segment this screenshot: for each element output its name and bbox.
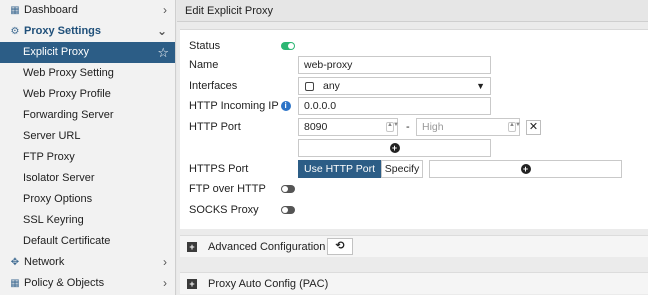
page-title: Edit Explicit Proxy — [177, 0, 648, 22]
name-input[interactable]: web-proxy — [298, 56, 491, 74]
interfaces-row: Interfaces any ▼ — [189, 77, 609, 95]
https-port-row: HTTPS Port Use HTTP Port Specify + — [189, 160, 639, 178]
status-label: Status — [189, 40, 221, 52]
sidebar-item-label: Proxy Settings — [24, 25, 102, 37]
dashboard-icon: ▦ — [10, 5, 20, 16]
interfaces-select[interactable]: any ▼ — [298, 77, 491, 95]
name-label: Name — [189, 59, 219, 71]
ftp-over-http-toggle[interactable] — [281, 185, 295, 193]
expand-plus-icon[interactable]: + — [187, 242, 197, 252]
policy-icon: ▦ — [10, 278, 20, 289]
status-row: Status — [189, 37, 609, 55]
sidebar-item-label: Server URL — [23, 130, 81, 142]
http-port-row: HTTP Port 8090 ▲▼ - High ▲▼ ✕ — [189, 118, 609, 136]
pac-label: Proxy Auto Config (PAC) — [208, 278, 329, 290]
sidebar-item-label: Dashboard — [24, 4, 78, 16]
sidebar-item-proxy-settings[interactable]: ⚙ Proxy Settings ⌄ — [0, 21, 175, 42]
sidebar-item-label: Policy & Objects — [24, 277, 105, 289]
sidebar: ▦ Dashboard › ⚙ Proxy Settings ⌄ Explicit … — [0, 0, 176, 295]
https-port-label: HTTPS Port — [189, 163, 249, 175]
toggle-knob — [288, 43, 294, 49]
add-https-port-button[interactable]: + — [429, 160, 622, 178]
sidebar-item-label: FTP Proxy — [23, 151, 75, 163]
sidebar-item-web-proxy-setting[interactable]: Web Proxy Setting — [0, 63, 175, 84]
socks-proxy-toggle[interactable] — [281, 206, 295, 214]
sidebar-item-label: Isolator Server — [23, 172, 95, 184]
use-http-port-option[interactable]: Use HTTP Port — [298, 160, 381, 178]
sidebar-item-default-certificate[interactable]: Default Certificate — [0, 231, 175, 252]
sidebar-item-policy-objects[interactable]: ▦ Policy & Objects › — [0, 273, 175, 294]
http-port-label: HTTP Port — [189, 121, 241, 133]
sidebar-item-ssl-keyring[interactable]: SSL Keyring — [0, 210, 175, 231]
http-port-low-input[interactable]: 8090 ▲▼ — [298, 118, 399, 136]
toggle-knob — [282, 186, 288, 192]
http-incoming-ip-input[interactable]: 0.0.0.0 — [298, 97, 491, 115]
sidebar-item-isolator-server[interactable]: Isolator Server — [0, 168, 175, 189]
sidebar-item-proxy-options[interactable]: Proxy Options — [0, 189, 175, 210]
reset-icon[interactable]: ⟲ — [327, 238, 353, 255]
sidebar-item-label: Forwarding Server — [23, 109, 114, 121]
http-port-high-input[interactable]: High ▲▼ — [416, 118, 521, 136]
gear-icon: ⚙ — [10, 26, 20, 37]
status-toggle[interactable] — [281, 42, 295, 50]
specify-option[interactable]: Specify — [381, 160, 423, 178]
network-icon: ✥ — [10, 257, 20, 268]
sidebar-item-label: Web Proxy Setting — [23, 67, 114, 79]
spinner-icon[interactable]: ▲▼ — [386, 122, 399, 132]
chevron-right-icon: › — [163, 255, 167, 269]
sidebar-item-ftp-proxy[interactable]: FTP Proxy — [0, 147, 175, 168]
chevron-right-icon: › — [163, 276, 167, 290]
pac-section[interactable]: + Proxy Auto Config (PAC) — [180, 272, 648, 294]
ftp-over-http-label: FTP over HTTP — [189, 183, 266, 195]
http-port-high-placeholder: High — [422, 121, 444, 133]
info-icon[interactable]: i — [280, 101, 291, 111]
main-content: Edit Explicit Proxy Status Name web-prox… — [177, 0, 648, 295]
http-port-low-value: 8090 — [304, 121, 328, 133]
name-row: Name web-proxy — [189, 56, 609, 74]
caret-down-icon: ▼ — [476, 81, 485, 91]
sidebar-item-explicit-proxy[interactable]: Explicit Proxy ☆ — [0, 42, 175, 63]
remove-port-button[interactable]: ✕ — [526, 120, 541, 135]
sidebar-item-label: Proxy Options — [23, 193, 93, 205]
sidebar-item-label: Explicit Proxy — [23, 46, 90, 58]
sidebar-item-server-url[interactable]: Server URL — [0, 126, 175, 147]
interface-checkbox — [305, 82, 314, 91]
advanced-configuration-label: Advanced Configuration — [208, 241, 326, 253]
add-port-button[interactable]: + — [298, 139, 491, 157]
ftp-over-http-row: FTP over HTTP — [189, 180, 609, 198]
http-incoming-ip-label-wrap: HTTP Incoming IP i — [189, 97, 291, 115]
sidebar-item-label: Default Certificate — [23, 235, 111, 247]
plus-circle-icon: + — [520, 164, 531, 174]
chevron-right-icon: › — [163, 3, 167, 17]
expand-plus-icon[interactable]: + — [187, 279, 197, 289]
sidebar-item-dashboard[interactable]: ▦ Dashboard › — [0, 0, 175, 21]
http-incoming-ip-label: HTTP Incoming IP — [189, 100, 279, 112]
sidebar-item-forwarding-server[interactable]: Forwarding Server — [0, 105, 175, 126]
socks-proxy-label: SOCKS Proxy — [189, 204, 259, 216]
star-icon[interactable]: ☆ — [157, 42, 169, 63]
socks-proxy-row: SOCKS Proxy — [189, 201, 609, 219]
chevron-down-icon: ⌄ — [156, 24, 167, 38]
form-panel: Status Name web-proxy Interfaces any ▼ H… — [180, 29, 648, 229]
sidebar-item-web-proxy-profile[interactable]: Web Proxy Profile — [0, 84, 175, 105]
sidebar-item-label: Network — [24, 256, 65, 268]
http-incoming-ip-row: HTTP Incoming IP i 0.0.0.0 — [189, 97, 609, 115]
interfaces-value: any — [323, 80, 340, 92]
sidebar-item-label: Web Proxy Profile — [23, 88, 111, 100]
port-range-separator: - — [406, 121, 410, 133]
plus-circle-icon: + — [389, 143, 400, 153]
interfaces-label: Interfaces — [189, 80, 238, 92]
sidebar-item-network[interactable]: ✥ Network › — [0, 252, 175, 273]
spinner-icon[interactable]: ▲▼ — [508, 122, 521, 132]
sidebar-item-label: SSL Keyring — [23, 214, 84, 226]
advanced-configuration-section[interactable]: + Advanced Configuration ⟲ — [180, 235, 648, 257]
toggle-knob — [282, 207, 288, 213]
